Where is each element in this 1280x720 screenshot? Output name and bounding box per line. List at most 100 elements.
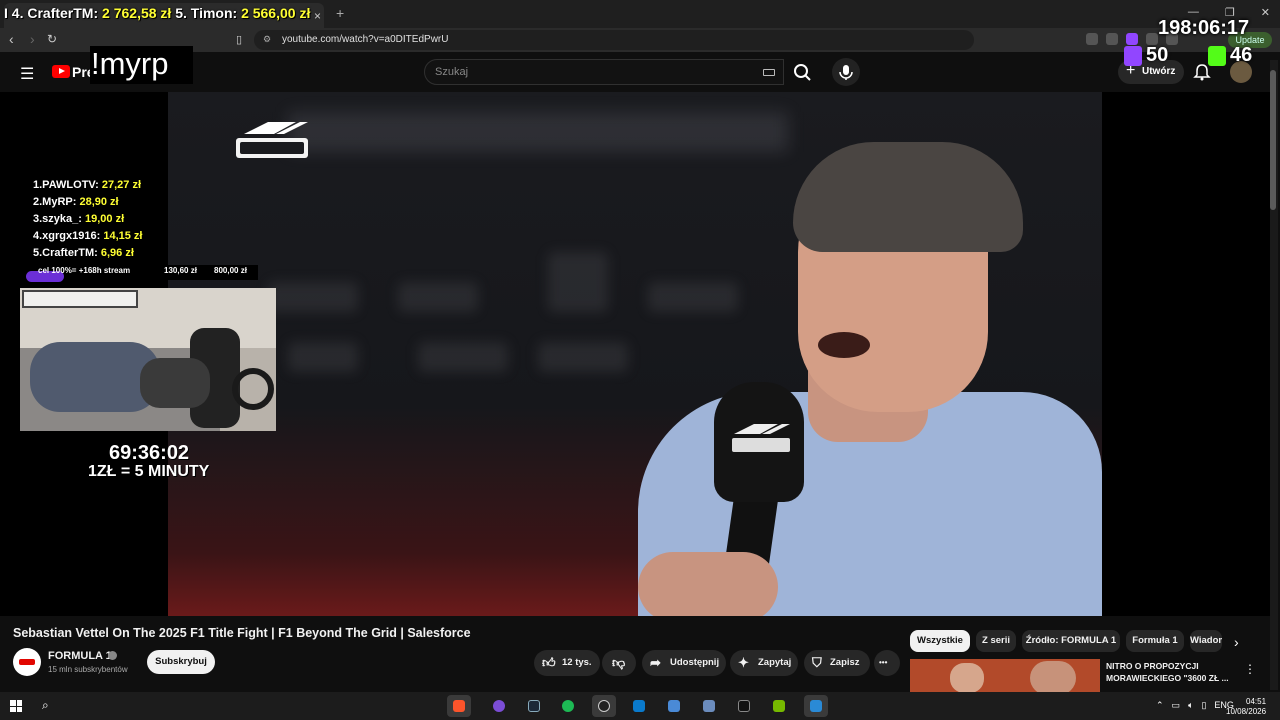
verified-icon (108, 651, 117, 660)
bookmark-icon[interactable]: ▯ (236, 33, 242, 46)
leaderboard-value: 14,15 zł (103, 230, 143, 242)
ask-label: Zapytaj (758, 657, 792, 668)
chip-series[interactable]: Z serii (976, 630, 1016, 652)
right-letterbox (1102, 92, 1270, 616)
f1-mic-logo (732, 424, 790, 452)
taskbar-obs[interactable] (592, 695, 616, 717)
save-button[interactable]: ⛉ Zapisz (804, 650, 870, 676)
ticker-donor-value: 2 566,00 zł (241, 5, 311, 21)
leaderboard-name: 4.xgrgx1916: (33, 230, 101, 242)
dislike-button[interactable]: 👎︎ (602, 650, 636, 676)
webcam-steering-wheel (232, 368, 274, 410)
ticker-donor-name: 4. CrafterTM: (11, 5, 99, 21)
recommended-title[interactable]: NITRO O PROPOZYCJI MORAWIECKIEGO "3600 Z… (1106, 660, 1229, 684)
taskbar-app[interactable] (804, 695, 828, 717)
taskbar-nvidia[interactable] (767, 695, 791, 717)
sparkle-icon: ✦ (738, 655, 749, 670)
terminal-icon (738, 700, 750, 712)
share-icon: ➦ (650, 655, 661, 670)
chip-formula1[interactable]: Formuła 1 (1126, 630, 1184, 652)
chip-all[interactable]: Wszystkie (910, 630, 970, 652)
chevron-right-icon[interactable]: › (1234, 634, 1239, 650)
recommended-thumbnail[interactable] (910, 659, 1100, 692)
interviewee-hair (793, 142, 1023, 252)
search-icon[interactable]: ⌕ (42, 698, 49, 713)
backdrop-logo (268, 282, 358, 312)
taskbar-brave[interactable] (447, 695, 471, 717)
app-icon (493, 700, 505, 712)
vscode-icon (633, 700, 645, 712)
more-vert-icon[interactable]: ⋮ (1244, 662, 1256, 676)
tab-close-button[interactable]: × (314, 9, 321, 23)
chip-source[interactable]: Źródło: FORMULA 1 (1022, 630, 1120, 652)
system-clock[interactable]: 04:51 10/08/2026 (1226, 697, 1266, 717)
channel-name[interactable]: FORMULA 1 (48, 650, 112, 662)
keyboard-icon[interactable] (763, 69, 775, 76)
backdrop-logo (538, 342, 628, 372)
ask-button[interactable]: ✦ Zapytaj (730, 650, 798, 676)
search-placeholder: Szukaj (435, 66, 469, 78)
create-label: Utwórz (1142, 66, 1176, 77)
taskbar-vscode[interactable] (627, 695, 651, 717)
network-icon[interactable]: ▭ (1172, 700, 1181, 711)
volume-icon[interactable]: 🔈︎ (1188, 700, 1193, 711)
close-window-button[interactable]: ✕ (1261, 6, 1270, 19)
forward-icon[interactable]: › (30, 31, 35, 47)
leaderboard-value: 28,90 zł (79, 196, 119, 208)
f1-beyond-the-grid-logo (236, 122, 308, 158)
chip-news[interactable]: Wiadom (1190, 630, 1222, 652)
url-field[interactable]: ⚙ youtube.com/watch?v=a0DITEdPwrU (254, 30, 974, 50)
subscribe-button[interactable]: Subskrybuj (147, 650, 215, 674)
extension-icon[interactable] (1086, 33, 1098, 45)
backdrop-logo (548, 252, 608, 312)
taskbar-app[interactable] (662, 695, 686, 717)
new-tab-button[interactable]: + (336, 5, 344, 21)
search-input[interactable]: Szukaj (424, 59, 784, 85)
back-icon[interactable]: ‹ (9, 31, 14, 47)
app-icon (703, 700, 715, 712)
leaderboard-value: 6,96 zł (100, 247, 134, 259)
microphone-icon[interactable] (832, 58, 860, 86)
taskbar-steam[interactable] (522, 695, 546, 717)
command-overlay: !myrp (91, 46, 169, 81)
like-button[interactable]: 👍︎ 12 tys. (534, 650, 600, 676)
taskbar-terminal[interactable] (732, 695, 756, 717)
windows-start-icon[interactable] (10, 700, 22, 712)
share-button[interactable]: ➦ Udostępnij (642, 650, 726, 676)
reload-icon[interactable]: ↻ (47, 32, 57, 46)
chevron-up-icon[interactable]: ⌃ (1156, 700, 1164, 711)
interviewer-hand (638, 552, 778, 616)
channel-avatar[interactable] (13, 648, 41, 676)
interviewee-mouth (818, 332, 870, 358)
leaderboard-name: 1.PAWLOTV: (33, 179, 99, 191)
kick-viewers: 46 (1208, 44, 1252, 67)
page-scrollbar[interactable] (1270, 60, 1278, 690)
youtube-logo-icon[interactable] (52, 65, 70, 78)
backdrop-logo (398, 282, 478, 312)
site-info-icon[interactable]: ⚙ (263, 34, 271, 45)
search-icon[interactable] (788, 60, 816, 84)
taskbar-app[interactable] (487, 695, 511, 717)
leaderboard-value: 27,27 zł (101, 179, 142, 191)
video-details: Sebastian Vettel On The 2025 F1 Title Fi… (0, 616, 1270, 692)
subathon-timer: 69:36:02 (109, 442, 190, 464)
leaderboard-row: 4.xgrgx1916: 14,15 zł (33, 228, 142, 245)
like-count: 12 tys. (562, 657, 592, 668)
menu-icon[interactable]: ☰ (20, 64, 34, 84)
donation-leaderboard: 1.PAWLOTV: 27,27 zł 2.MyRP: 28,90 zł 3.s… (33, 177, 142, 262)
scrollbar-thumb[interactable] (1270, 70, 1276, 210)
app-icon (668, 700, 680, 712)
goal-target: 800,00 zł (214, 266, 247, 275)
subscriber-count: 15 mln subskrybentów (48, 665, 128, 674)
taskbar-spotify[interactable] (556, 695, 580, 717)
twitch-icon (1124, 45, 1142, 66)
more-actions-button[interactable]: ••• (874, 650, 900, 676)
webcam-window (22, 290, 138, 308)
taskbar-app[interactable] (697, 695, 721, 717)
leaderboard-row: 3.szyka_: 19,00 zł (33, 211, 142, 228)
extension-icon[interactable] (1106, 33, 1118, 45)
ticker-donor-name: 5. Timon: (175, 5, 238, 21)
video-player[interactable] (168, 92, 1102, 616)
battery-icon[interactable]: ▯ (1201, 700, 1206, 711)
clock-date: 10/08/2026 (1226, 707, 1267, 716)
